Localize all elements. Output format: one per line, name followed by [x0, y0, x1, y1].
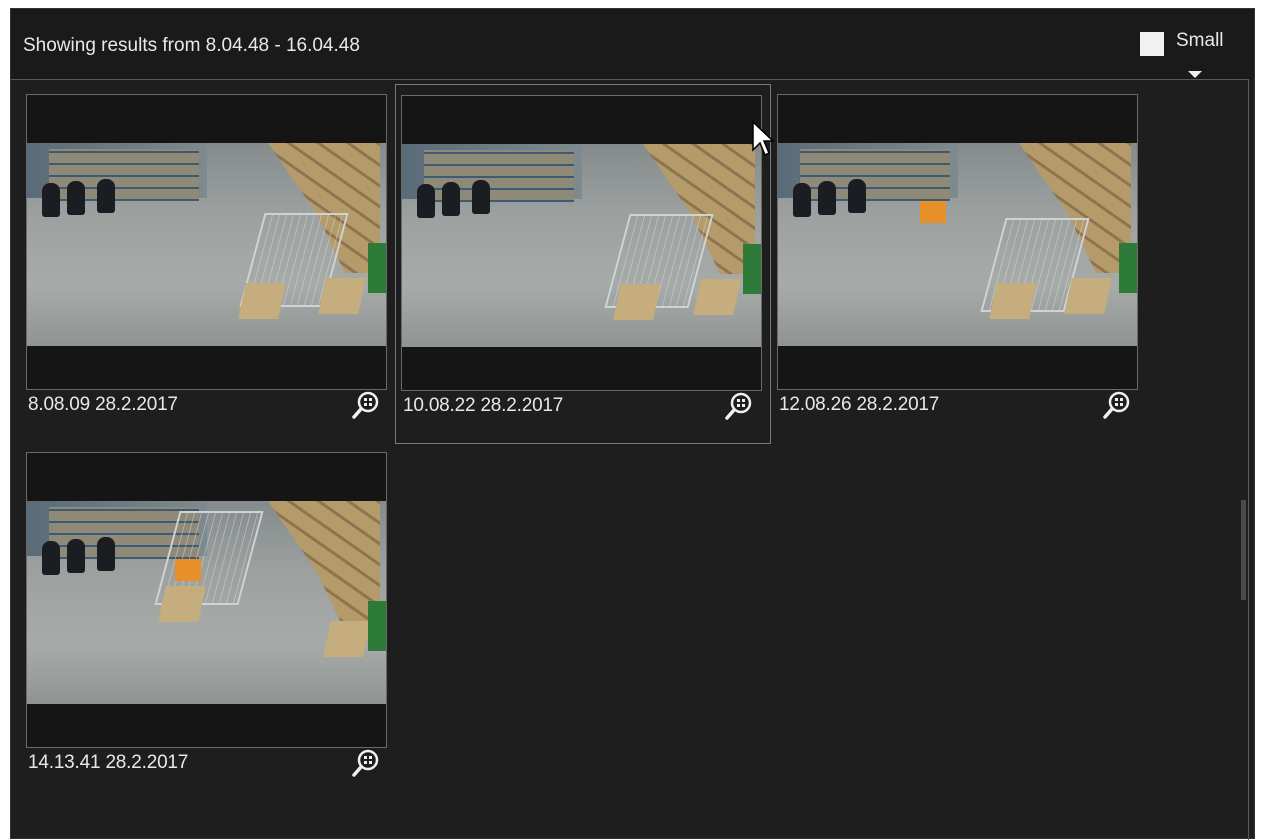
result-timestamp: 8.08.09 28.2.2017 [28, 394, 178, 415]
camera-snapshot [402, 144, 761, 347]
camera-snapshot [27, 501, 386, 704]
zoom-magnifier-icon[interactable] [351, 748, 381, 778]
thumbnail-size-swatch-icon [1140, 32, 1164, 56]
search-results-panel: Showing results from 8.04.48 - 16.04.48 … [10, 8, 1255, 840]
thumbnail-frame[interactable] [26, 452, 387, 748]
result-timestamp: 10.08.22 28.2.2017 [403, 395, 564, 416]
result-card[interactable]: 12.08.26 28.2.2017 [772, 84, 1148, 444]
results-grid: 8.08.09 28.2.2017 10.08.22 28.2.2017 12.… [11, 79, 1249, 840]
thumbnail-frame[interactable] [777, 94, 1138, 390]
thumbnail-frame[interactable] [401, 95, 762, 391]
caret-down-icon[interactable] [1188, 71, 1202, 78]
camera-snapshot [27, 143, 386, 346]
result-timestamp: 12.08.26 28.2.2017 [779, 394, 940, 415]
result-card[interactable]: 8.08.09 28.2.2017 [21, 84, 397, 444]
thumbnail-size-label: Small [1176, 30, 1224, 51]
camera-snapshot [778, 143, 1137, 346]
result-timestamp: 14.13.41 28.2.2017 [28, 752, 189, 773]
zoom-magnifier-icon[interactable] [724, 391, 754, 421]
thumbnail-size-dropdown[interactable]: Small [1140, 19, 1240, 79]
zoom-magnifier-icon[interactable] [1102, 390, 1132, 420]
result-card-selected[interactable]: 10.08.22 28.2.2017 [395, 84, 771, 444]
results-header: Showing results from 8.04.48 - 16.04.48 … [11, 9, 1254, 79]
results-scrollbar[interactable] [1241, 500, 1246, 600]
result-card[interactable]: 14.13.41 28.2.2017 [21, 442, 397, 802]
results-range-title: Showing results from 8.04.48 - 16.04.48 [23, 35, 360, 56]
zoom-magnifier-icon[interactable] [351, 390, 381, 420]
thumbnail-frame[interactable] [26, 94, 387, 390]
mouse-pointer-icon [752, 120, 775, 157]
